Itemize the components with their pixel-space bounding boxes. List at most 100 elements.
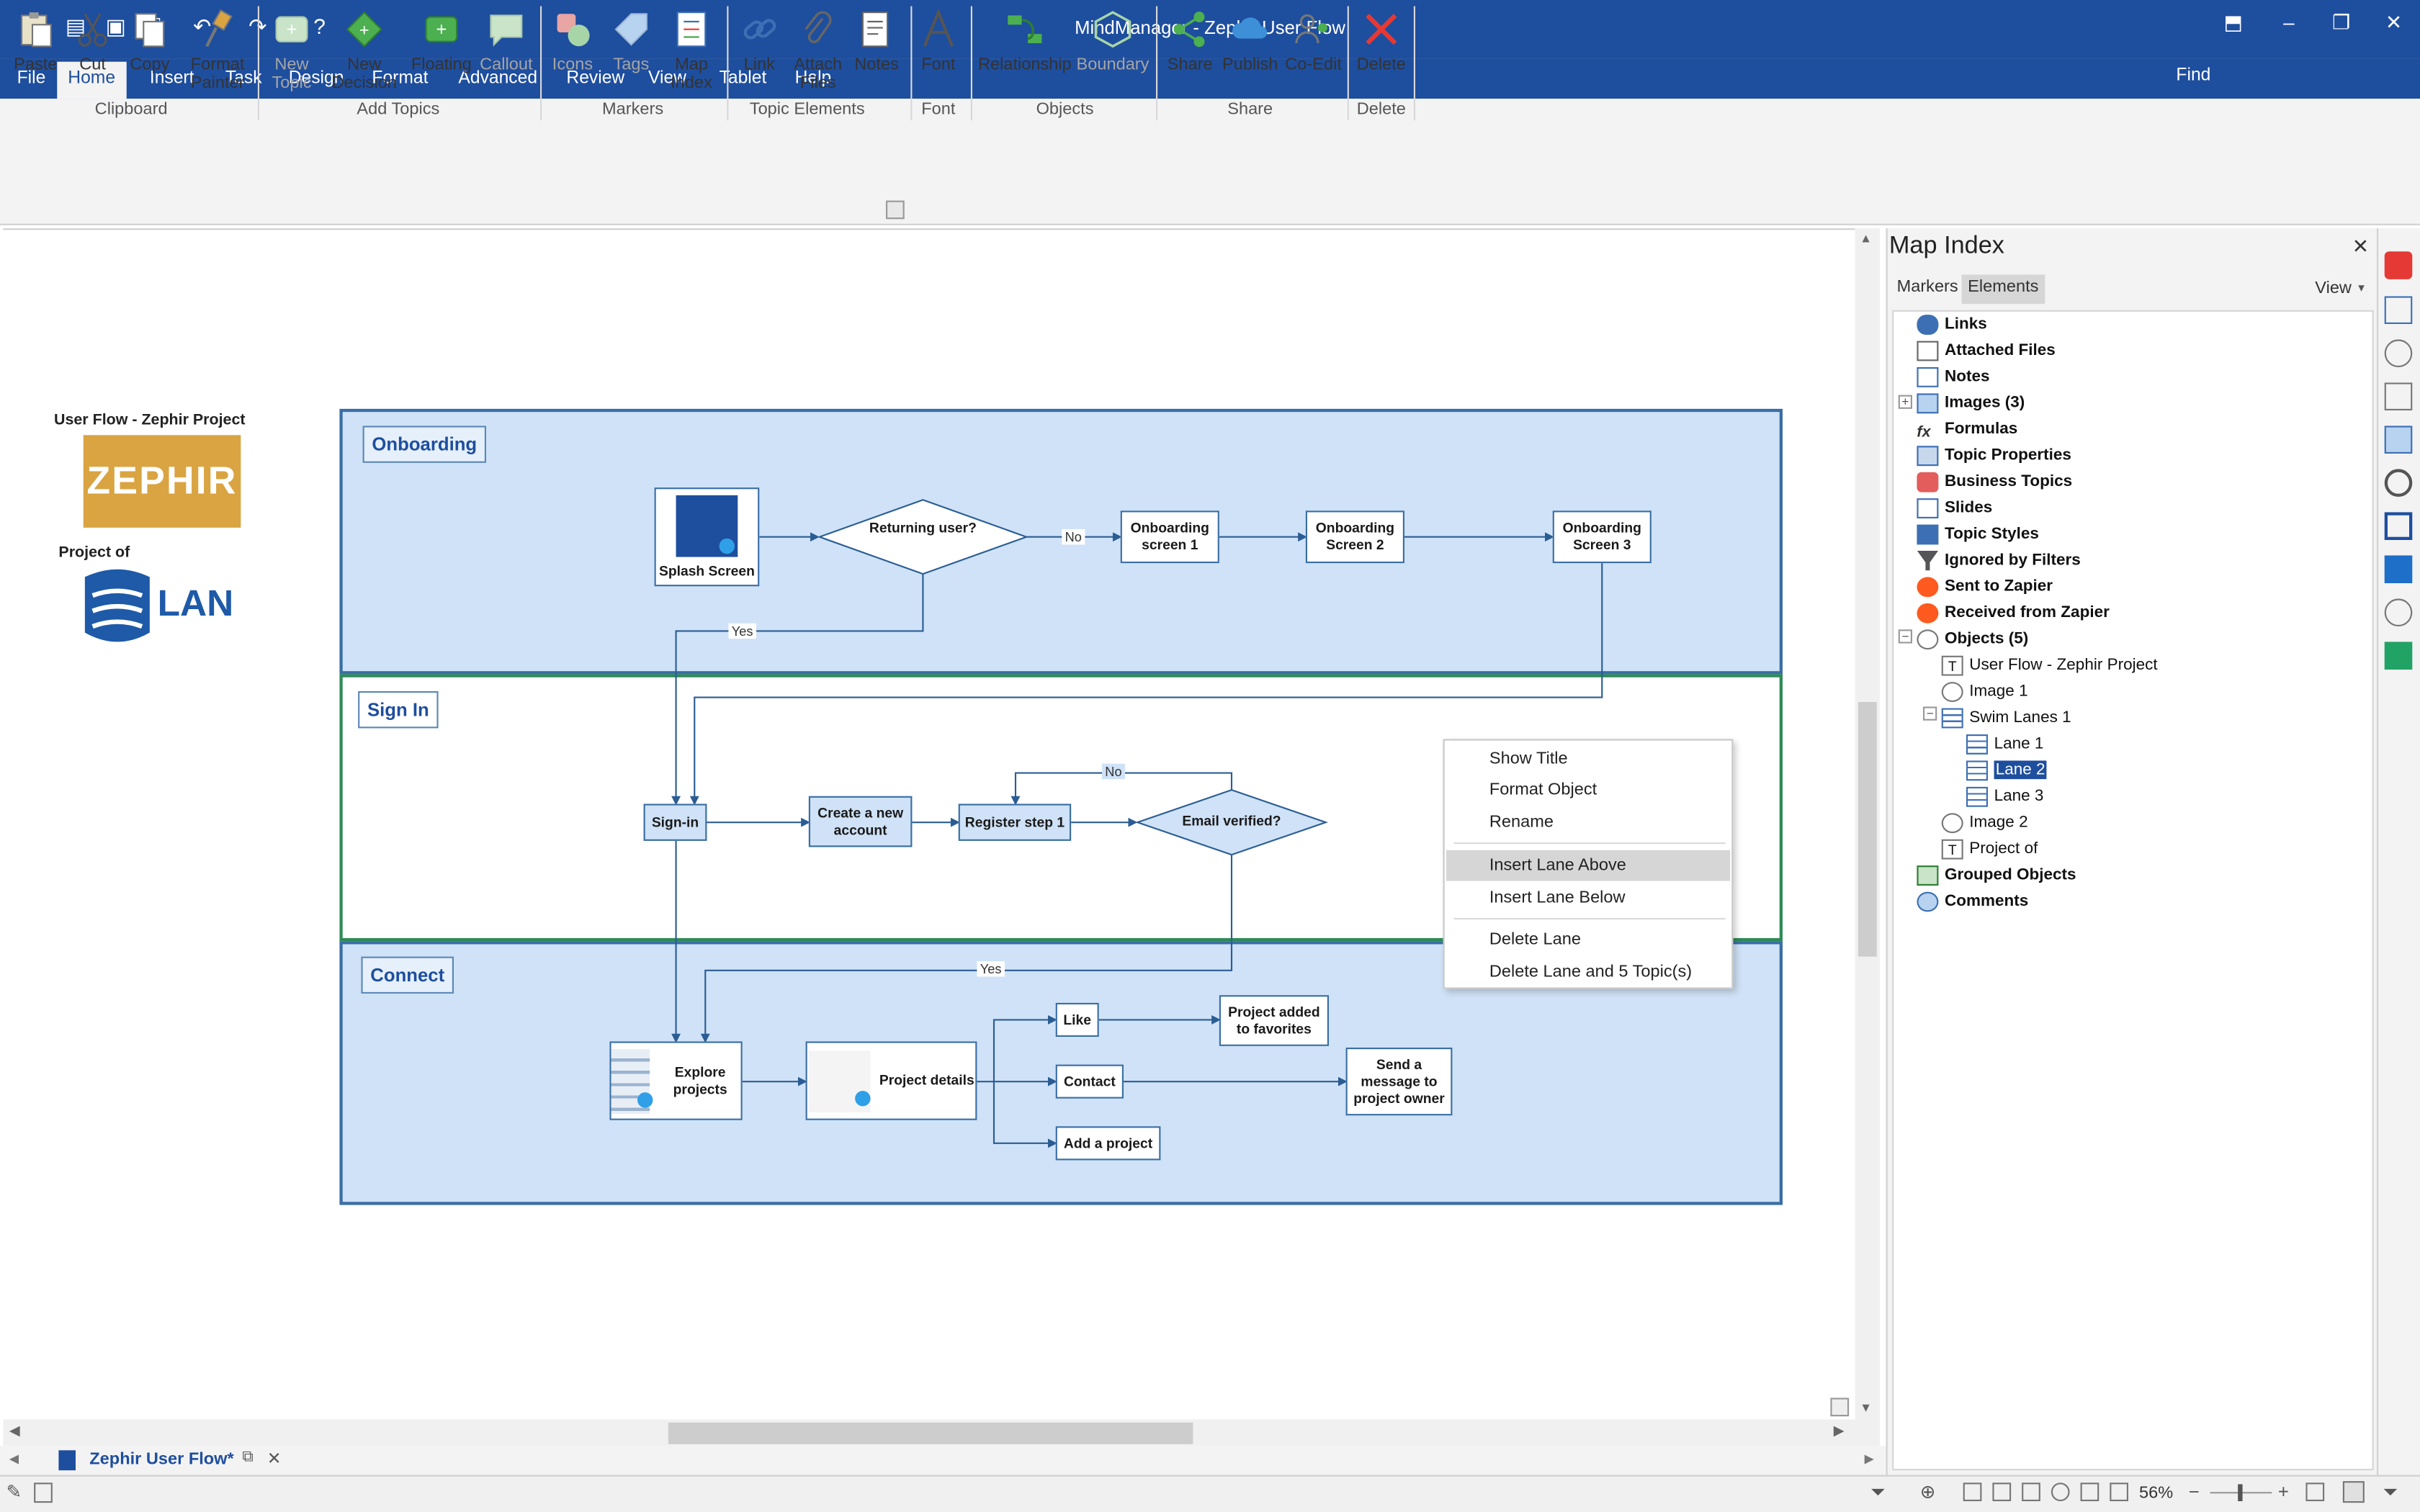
relationship-button[interactable]: Relationship: [977, 6, 1072, 99]
tree-item-lane-1[interactable]: Lane 1: [1966, 732, 2043, 757]
project-favorites-topic[interactable]: Project added to favorites: [1219, 995, 1329, 1046]
lane-title-onboarding[interactable]: Onboarding: [362, 426, 486, 463]
collapse-swim-lanes-icon[interactable]: −: [1923, 706, 1937, 721]
restore-button[interactable]: ❐: [2315, 6, 2367, 40]
scroll-up-icon[interactable]: ▲: [1860, 231, 1872, 245]
tree-item-comments[interactable]: Comments: [1917, 888, 2028, 914]
register-step-1-topic[interactable]: Register step 1: [958, 804, 1072, 841]
close-tab-icon[interactable]: ✕: [267, 1449, 282, 1469]
project-details-topic[interactable]: Project details: [805, 1041, 977, 1120]
outlook-icon[interactable]: [2384, 555, 2413, 583]
fit-map-icon[interactable]: [2305, 1482, 2325, 1501]
minimize-button[interactable]: –: [2262, 6, 2315, 40]
resources-icon[interactable]: [2384, 339, 2413, 367]
splash-screen-topic[interactable]: Splash Screen: [654, 487, 760, 587]
format-painter-button[interactable]: Format Painter: [182, 6, 254, 99]
zephir-logo-image[interactable]: ZEPHIR: [83, 435, 241, 528]
close-button[interactable]: ✕: [2367, 6, 2420, 40]
tree-item-objects[interactable]: Objects (5): [1917, 626, 2028, 652]
filter-status-icon[interactable]: ⏷: [1870, 1481, 1886, 1504]
menu-insert-lane-below[interactable]: Insert Lane Below: [1446, 883, 1730, 914]
project-of-label[interactable]: Project of: [58, 544, 130, 562]
floating-button[interactable]: + Floating: [408, 6, 475, 99]
view-dropdown[interactable]: View: [2315, 279, 2352, 298]
menu-delete-lane-and-topics[interactable]: Delete Lane and 5 Topic(s): [1446, 957, 1730, 988]
delete-button[interactable]: Delete: [1352, 6, 1410, 99]
scroll-right-icon[interactable]: ▶: [1834, 1423, 1845, 1440]
excel-icon[interactable]: [2384, 642, 2413, 670]
find-input[interactable]: [2238, 65, 2331, 90]
tree-item-received-from-zapier[interactable]: Received from Zapier: [1917, 600, 2110, 626]
chevron-down-icon[interactable]: ▾: [2358, 281, 2365, 294]
horizontal-scroll-thumb[interactable]: [668, 1422, 1193, 1444]
new-decision-button[interactable]: + New Decision: [324, 6, 404, 99]
library-icon[interactable]: [2384, 426, 2413, 454]
browser-icon[interactable]: [2384, 598, 2413, 626]
ribbon-display-icon[interactable]: ⬒: [2207, 6, 2259, 40]
contact-topic[interactable]: Contact: [1055, 1064, 1124, 1099]
map-header-title[interactable]: User Flow - Zephir Project: [54, 412, 246, 429]
pen-mode-icon[interactable]: ✎: [6, 1481, 22, 1503]
email-verified-decision[interactable]: Email verified?: [1170, 813, 1293, 830]
add-topic-status-icon[interactable]: ⊕: [1920, 1481, 1936, 1503]
search-icon[interactable]: [2384, 469, 2413, 497]
lane-title-sign-in[interactable]: Sign In: [358, 691, 439, 729]
find-label[interactable]: Find: [2176, 66, 2210, 85]
lane-title-connect[interactable]: Connect: [361, 956, 454, 994]
sign-in-topic[interactable]: Sign-in: [643, 804, 707, 841]
gantt-view-icon[interactable]: [2110, 1482, 2128, 1501]
collapse-objects-icon[interactable]: −: [1898, 629, 1912, 644]
font-button[interactable]: Font: [914, 6, 964, 99]
tags-button[interactable]: Tags: [605, 6, 658, 99]
relationship-panel-icon[interactable]: [2384, 382, 2413, 410]
tab-elements[interactable]: Elements: [1961, 274, 2045, 305]
new-topic-button[interactable]: + New Topic: [266, 6, 318, 99]
menu-show-title[interactable]: Show Title: [1446, 744, 1730, 775]
menu-format-object[interactable]: Format Object: [1446, 775, 1730, 806]
dialog-launcher-icon[interactable]: [886, 200, 905, 220]
send-message-topic[interactable]: Send a message to project owner: [1345, 1048, 1453, 1116]
like-topic[interactable]: Like: [1055, 1002, 1099, 1037]
onboarding-screen-2-topic[interactable]: Onboarding Screen 2: [1305, 510, 1404, 564]
tree-item-image-1[interactable]: Image 1: [1941, 679, 2028, 705]
co-edit-button[interactable]: Co-Edit: [1283, 6, 1345, 99]
create-account-topic[interactable]: Create a new account: [808, 796, 913, 847]
map-index-panel-icon[interactable]: [2384, 512, 2413, 540]
close-panel-icon[interactable]: ✕: [2352, 235, 2369, 259]
tree-item-grouped-objects[interactable]: Grouped Objects: [1917, 863, 2076, 888]
boundary-button[interactable]: Boundary: [1076, 6, 1150, 99]
tree-item-images[interactable]: Images (3): [1917, 390, 2025, 416]
schedule-view-icon[interactable]: [2051, 1482, 2070, 1501]
task-panel-icon[interactable]: [2384, 296, 2413, 324]
tab-scroll-right-icon[interactable]: ▶: [1865, 1452, 1874, 1465]
icons-button[interactable]: Icons: [547, 6, 599, 99]
onboarding-screen-3-topic[interactable]: Onboarding Screen 3: [1552, 510, 1652, 564]
tree-item-formulas[interactable]: fx Formulas: [1917, 417, 2017, 443]
tab-markers[interactable]: Markers: [1891, 274, 1964, 304]
callout-button[interactable]: Callout: [478, 6, 534, 99]
lan-logo-icon[interactable]: [80, 564, 154, 648]
tree-item-image-2[interactable]: Image 2: [1941, 810, 2028, 836]
publish-button[interactable]: Publish: [1219, 6, 1281, 99]
tab-scroll-left-icon[interactable]: ◀: [9, 1452, 19, 1465]
expand-images-icon[interactable]: +: [1898, 395, 1912, 409]
zoom-in-icon[interactable]: +: [2278, 1481, 2289, 1503]
paste-button[interactable]: Paste: [9, 6, 62, 99]
tree-item-slides[interactable]: Slides: [1917, 495, 1992, 521]
explore-projects-topic[interactable]: Explore projects: [609, 1041, 743, 1120]
tree-item-ignored-by-filters[interactable]: Ignored by Filters: [1917, 548, 2081, 574]
copy-button[interactable]: Copy: [123, 6, 176, 99]
zoom-out-icon[interactable]: −: [2189, 1481, 2200, 1503]
notes-button[interactable]: Notes: [851, 6, 903, 99]
tree-item-topic-styles[interactable]: Topic Styles: [1917, 521, 2039, 547]
calendar-view-icon[interactable]: [2022, 1482, 2040, 1501]
vertical-scroll-thumb[interactable]: [1858, 701, 1877, 957]
float-tab-icon[interactable]: ⧉: [242, 1449, 253, 1466]
onboarding-screen-1-topic[interactable]: Onboarding screen 1: [1120, 510, 1219, 564]
tree-item-attached-files[interactable]: Attached Files: [1917, 338, 2056, 364]
zoom-slider-thumb[interactable]: [2238, 1484, 2243, 1501]
menu-rename[interactable]: Rename: [1446, 807, 1730, 838]
tag-view-icon[interactable]: [2080, 1482, 2099, 1501]
attach-files-button[interactable]: Attach Files: [787, 6, 849, 99]
outline-view-icon[interactable]: [1992, 1482, 2012, 1501]
